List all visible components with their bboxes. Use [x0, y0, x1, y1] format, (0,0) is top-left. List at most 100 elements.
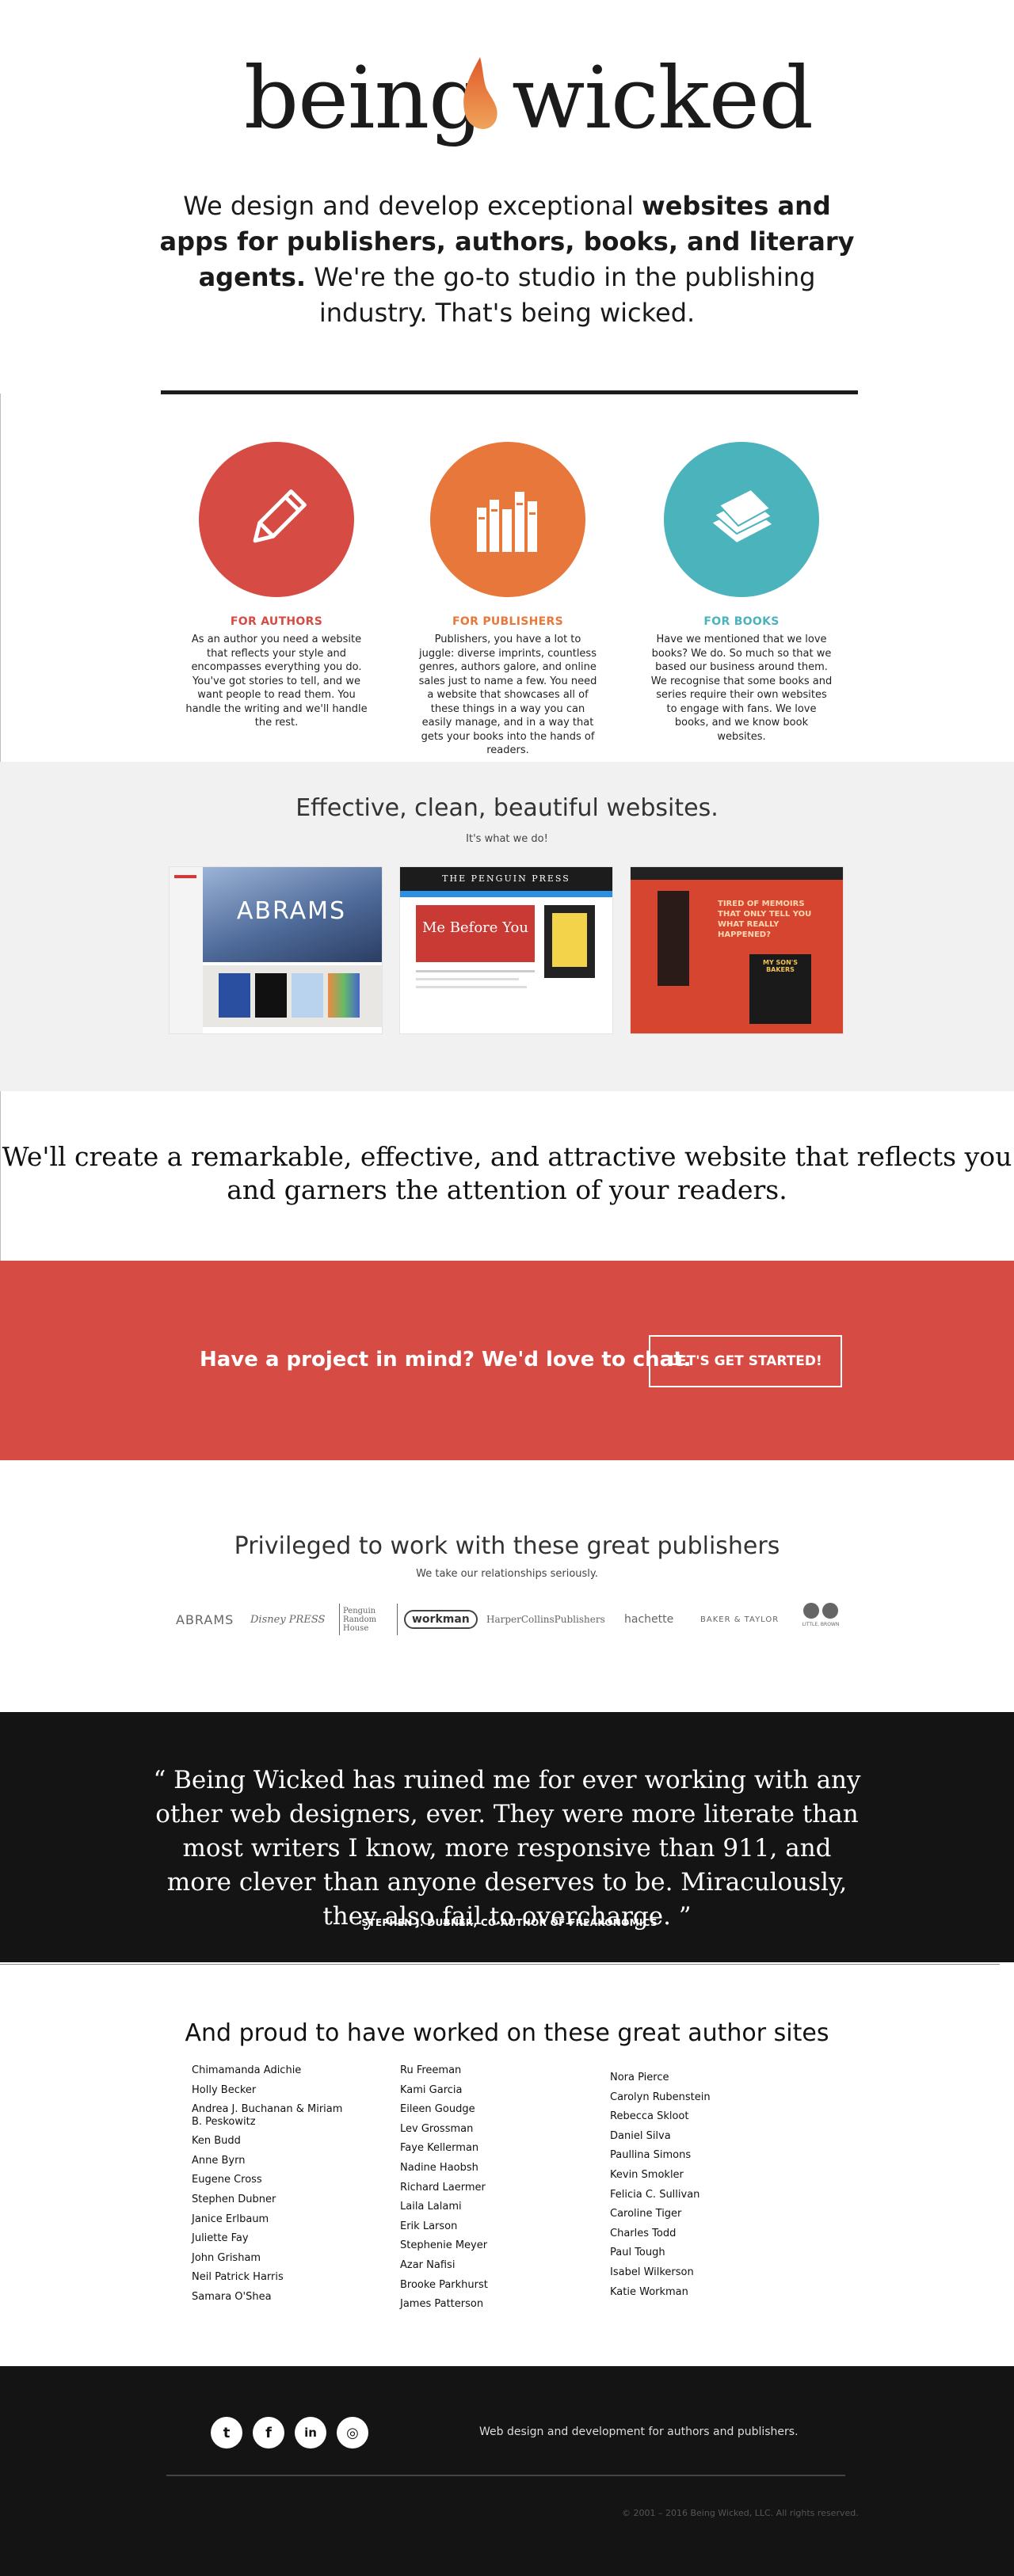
author-link[interactable]: Katie Workman	[610, 2283, 768, 2303]
book-stack-icon	[710, 488, 775, 545]
site-thumb-book: MY SON'S BAKERS	[762, 959, 798, 973]
service-text-authors: As an author you need a website that ref…	[185, 634, 368, 729]
publisher-logo-abrams: ABRAMS	[176, 1611, 234, 1627]
footer	[0, 2366, 1014, 2576]
service-title-publishers: FOR PUBLISHERS	[452, 615, 563, 628]
publisher-logo-disney: Disney PRESS	[250, 1613, 326, 1626]
author-link[interactable]: Azar Nafisi	[400, 2256, 558, 2276]
author-link[interactable]: Caroline Tiger	[610, 2205, 768, 2224]
author-link[interactable]: Charles Todd	[610, 2224, 768, 2244]
facebook-icon[interactable]: f	[253, 2417, 284, 2449]
intro-line2: We're the go-to studio in the publishing…	[306, 262, 816, 328]
publisher-logo-penguin: Penguin Random House	[339, 1604, 398, 1635]
testimonial-author: –STEPHEN J. DUBNER, CO-AUTHOR OF FREAKON…	[356, 1917, 658, 1928]
author-link[interactable]: Andrea J. Buchanan & Miriam B. Peskowitz	[192, 2103, 350, 2129]
authors-title: And proud to have worked on these great …	[185, 2019, 829, 2047]
logo-word-wicked: wicked	[512, 49, 814, 148]
author-link[interactable]: Erik Larson	[400, 2217, 558, 2237]
service-authors	[199, 442, 354, 597]
intro-plain: We design and develop exceptional	[183, 191, 642, 221]
author-link[interactable]: Stephen Dubner	[192, 2190, 350, 2210]
author-link[interactable]: Brooke Parkhurst	[400, 2276, 558, 2296]
service-text-books: Have we mentioned that we love books? We…	[650, 634, 833, 743]
site-thumb-bakers[interactable]: TIRED OF MEMOIRS THAT ONLY TELL YOU WHAT…	[631, 867, 843, 1033]
instagram-icon[interactable]: ◎	[337, 2417, 368, 2449]
pencil-icon	[253, 489, 307, 543]
copyright: © 2001 – 2016 Being Wicked, LLC. All rig…	[622, 2508, 859, 2518]
author-link[interactable]: Anne Byrn	[192, 2152, 350, 2171]
publisher-logo-harpercollins: HarperCollinsPublishers	[486, 1614, 605, 1625]
publisher-logo-hachette: hachette	[624, 1613, 674, 1626]
author-link[interactable]: Kami Garcia	[400, 2081, 558, 2101]
linkedin-icon[interactable]: in	[295, 2417, 326, 2449]
divider	[0, 1964, 1000, 1965]
author-link[interactable]: Carolyn Rubenstein	[610, 2088, 768, 2108]
author-link[interactable]: Stephenie Meyer	[400, 2236, 558, 2256]
author-link[interactable]: Paullina Simons	[610, 2146, 768, 2166]
author-link[interactable]: Laila Lalami	[400, 2197, 558, 2217]
authors-circle	[199, 442, 354, 597]
books-circle	[664, 442, 819, 597]
site-thumb-book: Me Before You	[422, 919, 528, 936]
publisher-logo-baker-taylor: BAKER & TAYLOR	[700, 1615, 780, 1624]
author-link[interactable]: Kevin Smokler	[610, 2166, 768, 2186]
author-link[interactable]: James Patterson	[400, 2295, 558, 2315]
footer-text: Web design and development for authors a…	[479, 2426, 799, 2438]
author-link[interactable]: Richard Laermer	[400, 2178, 558, 2198]
author-link[interactable]: Holly Becker	[192, 2081, 350, 2101]
showcase-subtitle: It's what we do!	[466, 833, 548, 845]
tagline: We'll create a remarkable, effective, an…	[2, 1141, 1012, 1205]
author-link[interactable]: Janice Erlbaum	[192, 2210, 350, 2230]
books-icon	[477, 492, 537, 552]
author-link[interactable]: Paul Tough	[610, 2243, 768, 2263]
author-link[interactable]: Chimamanda Adichie	[192, 2061, 350, 2081]
author-link[interactable]: Ru Freeman	[400, 2061, 558, 2081]
get-started-button[interactable]: LET'S GET STARTED!	[649, 1335, 842, 1387]
author-link[interactable]: Eugene Cross	[192, 2171, 350, 2190]
site-thumb-label: THE PENGUIN PRESS	[442, 873, 570, 884]
publishers-subtitle: We take our relationships seriously.	[416, 1568, 598, 1580]
authors-column-2: Ru Freeman Kami Garcia Eileen Goudge Lev…	[400, 2061, 558, 2315]
site-thumb-penguin[interactable]: THE PENGUIN PRESS Me Before You	[400, 867, 612, 1033]
author-link[interactable]: Juliette Fay	[192, 2229, 350, 2249]
author-link[interactable]: Neil Patrick Harris	[192, 2268, 350, 2288]
author-link[interactable]: Samara O'Shea	[192, 2288, 350, 2308]
site-thumb-label: TIRED OF MEMOIRS THAT ONLY TELL YOU WHAT…	[718, 900, 812, 939]
author-link[interactable]: Eileen Goudge	[400, 2100, 558, 2120]
logo-word-being: being	[244, 49, 483, 148]
divider	[161, 390, 858, 394]
author-link[interactable]: Nora Pierce	[610, 2068, 768, 2088]
intro-statement: We design and develop exceptional websit…	[158, 188, 856, 331]
publishers-circle	[430, 442, 585, 597]
author-link[interactable]: John Grisham	[192, 2249, 350, 2269]
site-thumb-abrams[interactable]: ABRAMS	[170, 867, 382, 1033]
author-link[interactable]: Rebecca Skloot	[610, 2107, 768, 2127]
showcase-title: Effective, clean, beautiful websites.	[295, 794, 719, 822]
author-link[interactable]: Isabel Wilkerson	[610, 2263, 768, 2283]
divider	[166, 2475, 845, 2476]
publishers-title: Privileged to work with these great publ…	[234, 1532, 780, 1560]
publisher-logo-little-brown: LITTLE, BROWN	[800, 1603, 841, 1638]
publisher-logo-little-brown-text: LITTLE, BROWN	[802, 1622, 840, 1627]
service-publishers	[430, 442, 585, 597]
twitter-icon[interactable]: t	[211, 2417, 242, 2449]
author-link[interactable]: Ken Budd	[192, 2132, 350, 2152]
service-text-publishers: Publishers, you have a lot to juggle: di…	[418, 634, 597, 756]
cta-text: Have a project in mind? We'd love to cha…	[200, 1348, 692, 1372]
authors-column-1: Chimamanda Adichie Holly Becker Andrea J…	[192, 2061, 350, 2308]
flame-icon	[463, 57, 497, 129]
author-link[interactable]: Felicia C. Sullivan	[610, 2186, 768, 2205]
author-link[interactable]: Nadine Haobsh	[400, 2159, 558, 2178]
testimonial-quote: “ Being Wicked has ruined me for ever wo…	[153, 1766, 861, 1931]
site-thumb-label: ABRAMS	[236, 897, 347, 925]
publisher-logo-workman-text: workman	[404, 1610, 478, 1629]
service-books	[664, 442, 819, 597]
author-link[interactable]: Daniel Silva	[610, 2127, 768, 2147]
author-link[interactable]: Faye Kellerman	[400, 2139, 558, 2159]
service-title-authors: FOR AUTHORS	[230, 615, 323, 628]
service-title-books: FOR BOOKS	[703, 615, 780, 628]
logo[interactable]: being wicked	[0, 48, 1014, 166]
author-link[interactable]: Lev Grossman	[400, 2120, 558, 2140]
publisher-logo-workman: workman	[404, 1604, 478, 1635]
authors-column-3: Nora Pierce Carolyn Rubenstein Rebecca S…	[610, 2068, 768, 2302]
